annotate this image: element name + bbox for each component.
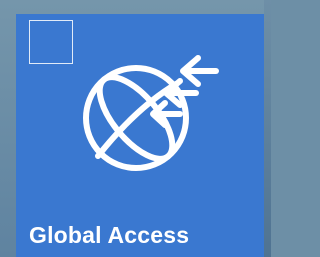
globe-with-inbound-arrows-icon xyxy=(83,55,219,171)
tile-label: Global Access xyxy=(29,222,190,248)
adjacent-tile-edge xyxy=(264,0,271,257)
global-access-tile[interactable]: Global Access xyxy=(16,14,264,257)
tile-select-checkbox[interactable] xyxy=(29,20,73,64)
